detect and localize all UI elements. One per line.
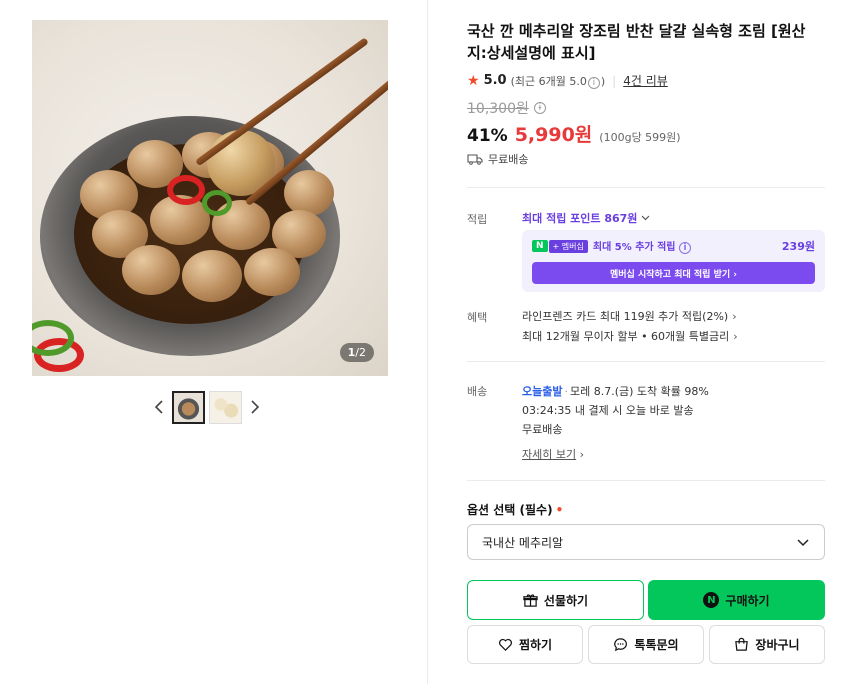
rating-score: 5.0 xyxy=(483,73,507,88)
delivery-cutoff: 03:24:35 내 결제 시 오늘 바로 발송 xyxy=(522,404,694,417)
divider xyxy=(467,361,825,362)
naver-n-icon: N xyxy=(703,592,720,608)
main-product-image[interactable]: 1/2 xyxy=(32,20,388,376)
delivery-label: 배송 xyxy=(467,385,488,398)
wish-button[interactable]: 찜하기 xyxy=(467,625,583,664)
image-counter: 1/2 xyxy=(339,343,374,362)
naver-n-badge: N xyxy=(532,240,548,252)
benefits-label: 혜택 xyxy=(467,311,488,324)
card-benefit-link[interactable]: 라인프렌즈 카드 최대 119원 추가 적립(2%) › xyxy=(522,308,737,324)
divider xyxy=(467,480,825,481)
membership-badge: + 멤버십 xyxy=(548,239,588,253)
original-price: 10,300원 i xyxy=(467,98,546,118)
gift-icon xyxy=(523,593,538,607)
divider xyxy=(467,187,825,188)
chevron-down-icon xyxy=(797,539,809,547)
product-gallery: 1/2 xyxy=(0,0,428,684)
chevron-right-icon: › xyxy=(733,329,738,343)
thumbnail-strip xyxy=(150,390,264,424)
membership-start-button[interactable]: 멤버십 시작하고 최대 적립 받기 › xyxy=(532,262,815,284)
info-icon[interactable]: i xyxy=(533,102,546,114)
membership-box: N + 멤버십 최대 5% 추가 적립 i 239원 멤버십 시작하고 최대 적… xyxy=(522,230,825,292)
delivery-arrival: 오늘출발 · 모레 8.7.(금) 도착 확률 98% xyxy=(522,385,709,398)
price-line: 41% 5,990원 (100g당 599원) xyxy=(467,120,681,147)
unit-price: (100g당 599원) xyxy=(599,131,681,144)
talk-inquiry-button[interactable]: 톡톡문의 xyxy=(588,625,704,664)
discount-rate: 41% xyxy=(467,126,508,146)
product-title: 국산 깐 메추리알 장조림 반찬 달걀 실속형 조림 [원산지:상세설명에 표시… xyxy=(467,22,806,62)
delivery-fee: 무료배송 xyxy=(522,423,563,436)
delivery-detail-link[interactable]: 자세히 보기 › xyxy=(522,446,584,462)
sale-price: 5,990원 xyxy=(514,124,593,146)
buy-button[interactable]: N 구매하기 xyxy=(648,580,825,620)
membership-points: 239원 xyxy=(781,240,815,253)
star-icon: ★ xyxy=(467,72,480,89)
points-label: 적립 xyxy=(467,213,488,226)
required-mark: • xyxy=(555,503,564,517)
review-count-link[interactable]: 4건 리뷰 xyxy=(623,72,668,89)
chevron-left-icon[interactable] xyxy=(150,390,168,424)
chevron-right-icon[interactable] xyxy=(246,390,264,424)
installment-benefit-link[interactable]: 최대 12개월 무이자 할부 • 60개월 특별금리 › xyxy=(522,328,738,344)
chevron-right-icon: › xyxy=(579,448,585,461)
cart-button[interactable]: 장바구니 xyxy=(709,625,825,664)
gift-button[interactable]: 선물하기 xyxy=(467,580,644,620)
chevron-right-icon: › xyxy=(732,309,737,323)
chat-bubble-icon xyxy=(614,638,628,652)
truck-icon xyxy=(467,154,483,165)
option-label: 옵션 선택 (필수) • xyxy=(467,503,564,517)
membership-text: 최대 5% 추가 적립 i xyxy=(593,238,691,254)
heart-icon xyxy=(498,638,512,651)
rating-row: ★ 5.0 (최근 6개월 5.0 i) | 4건 리뷰 xyxy=(467,72,668,89)
recent-rating: (최근 6개월 5.0 i) xyxy=(510,74,606,89)
option-select[interactable]: 국내산 메추리알 xyxy=(467,524,825,560)
info-icon: i xyxy=(587,76,600,89)
max-points-toggle[interactable]: 최대 적립 포인트 867원 xyxy=(522,210,650,226)
chevron-down-icon xyxy=(641,215,650,221)
thumbnail-1[interactable] xyxy=(172,390,205,424)
info-icon: i xyxy=(678,242,691,254)
today-shipping-badge: 오늘출발 xyxy=(522,385,563,398)
shopping-bag-icon xyxy=(735,637,749,651)
thumbnail-2[interactable] xyxy=(209,390,242,424)
free-shipping-badge: 무료배송 xyxy=(467,151,528,167)
